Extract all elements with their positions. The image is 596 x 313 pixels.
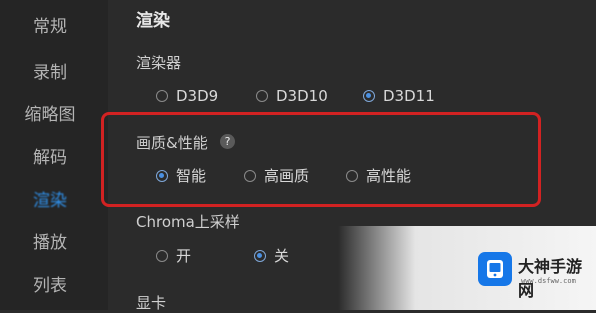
sidebar-item-render[interactable]: 渲染 [0, 186, 100, 211]
chroma-label: Chroma上采样 [136, 213, 240, 231]
sidebar-item-decode[interactable]: 解码 [0, 143, 100, 168]
highlight-box [101, 112, 541, 207]
sidebar-item-list[interactable]: 列表 [0, 271, 100, 296]
radio-circle [156, 90, 168, 102]
radio-circle [156, 249, 168, 262]
radio-d3d10[interactable]: D3D10 [256, 87, 328, 105]
section-title: 渲染 [136, 11, 170, 31]
sidebar-item-playback[interactable]: 播放 [0, 228, 100, 253]
radio-label: D3D11 [383, 87, 435, 105]
watermark-url: www.dsfww.com [521, 277, 576, 285]
radio-circle-selected [254, 249, 266, 262]
sidebar-item-record[interactable]: 录制 [0, 58, 100, 83]
settings-sidebar: 常规 录制 缩略图 解码 渲染 播放 列表 [0, 0, 108, 310]
radio-label: 开 [176, 247, 192, 265]
sidebar-item-general[interactable]: 常规 [0, 12, 100, 37]
radio-label: D3D9 [176, 87, 219, 105]
radio-d3d9[interactable]: D3D9 [156, 87, 218, 105]
radio-label: D3D10 [276, 87, 328, 105]
watermark-logo-icon [478, 252, 512, 286]
radio-label: 关 [274, 247, 290, 265]
radio-circle-selected [363, 90, 375, 102]
renderer-label: 渲染器 [136, 54, 182, 72]
radio-chroma-off[interactable]: 关 [254, 245, 289, 266]
sidebar-item-thumbnail[interactable]: 缩略图 [0, 100, 100, 125]
radio-circle [256, 90, 268, 102]
radio-d3d11[interactable]: D3D11 [363, 87, 435, 105]
radio-chroma-on[interactable]: 开 [156, 245, 191, 266]
